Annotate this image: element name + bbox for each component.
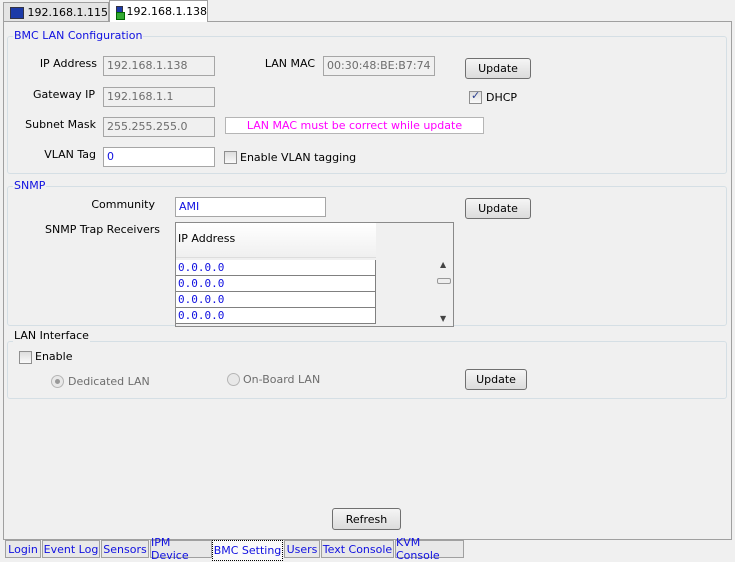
community-field[interactable]: AMI — [175, 197, 326, 217]
onboard-lan-label: On-Board LAN — [243, 373, 321, 386]
trap-receivers-label: SNMP Trap Receivers — [45, 223, 160, 236]
tab-bmc-setting[interactable]: BMC Setting — [212, 540, 283, 561]
refresh-button[interactable]: Refresh — [332, 508, 401, 530]
lan-enable-label: Enable — [35, 350, 73, 363]
onboard-lan-radio[interactable] — [227, 373, 240, 386]
snmp-update-button[interactable]: Update — [465, 198, 531, 219]
subnet-label: Subnet Mask — [25, 118, 96, 131]
subnet-field[interactable]: 255.255.255.0 — [103, 117, 215, 137]
trap-receivers-table: IP Address 0.0.0.0 0.0.0.0 0.0.0.0 0.0.0… — [175, 222, 454, 327]
tab-sensors[interactable]: Sensors — [101, 540, 149, 558]
network-computer-icon — [115, 5, 124, 20]
snmp-title: SNMP — [13, 179, 47, 192]
column-header-ip-address[interactable]: IP Address — [176, 223, 376, 258]
tab-login[interactable]: Login — [5, 540, 41, 558]
tab-label: 192.168.1.138 — [126, 5, 207, 18]
tab-label: 192.168.1.115 — [27, 6, 108, 19]
table-body: 0.0.0.0 0.0.0.0 0.0.0.0 0.0.0.0 — [176, 260, 376, 326]
lan-enable-checkbox[interactable] — [19, 351, 32, 364]
dedicated-lan-radio[interactable] — [51, 375, 64, 388]
vlan-enable-label: Enable VLAN tagging — [240, 151, 357, 164]
vlan-tag-field[interactable]: 0 — [103, 147, 215, 167]
community-label: Community — [91, 198, 155, 211]
lan-mac-label: LAN MAC — [264, 57, 315, 70]
vertical-scrollbar[interactable]: ▲ ▼ — [436, 260, 453, 326]
lan-interface-group — [7, 341, 727, 399]
lan-interface-title: LAN Interface — [13, 329, 90, 342]
vlan-enable-checkbox[interactable] — [224, 151, 237, 164]
tab-users[interactable]: Users — [284, 540, 320, 558]
scroll-up-icon[interactable]: ▲ — [440, 260, 446, 269]
mac-warning-message: LAN MAC must be correct while update — [225, 117, 484, 134]
scroll-down-icon[interactable]: ▼ — [440, 314, 446, 323]
tab-host-138[interactable]: 192.168.1.138 — [109, 0, 208, 22]
gateway-label: Gateway IP — [33, 88, 95, 101]
computer-icon — [10, 6, 24, 19]
lan-interface-update-button[interactable]: Update — [465, 369, 527, 390]
dhcp-label: DHCP — [486, 91, 518, 104]
table-row[interactable]: 0.0.0.0 — [176, 308, 376, 324]
dhcp-checkbox[interactable] — [469, 89, 482, 104]
tab-event-log[interactable]: Event Log — [42, 540, 100, 558]
bmc-lan-title: BMC LAN Configuration — [13, 29, 144, 42]
lan-mac-field[interactable]: 00:30:48:BE:B7:74 — [323, 56, 435, 76]
vlan-tag-label: VLAN Tag — [44, 148, 96, 161]
tab-host-115[interactable]: 192.168.1.115 — [3, 2, 109, 22]
gateway-field[interactable]: 192.168.1.1 — [103, 87, 215, 107]
table-row[interactable]: 0.0.0.0 — [176, 260, 376, 276]
dedicated-lan-label: Dedicated LAN — [68, 375, 150, 388]
tab-ipm-device[interactable]: IPM Device — [150, 536, 212, 562]
table-row[interactable]: 0.0.0.0 — [176, 276, 376, 292]
table-row[interactable]: 0.0.0.0 — [176, 292, 376, 308]
scroll-thumb[interactable] — [437, 278, 451, 284]
bmc-lan-update-button[interactable]: Update — [465, 58, 531, 79]
ip-address-label: IP Address — [39, 57, 97, 70]
tab-text-console[interactable]: Text Console — [321, 540, 394, 558]
ip-address-field[interactable]: 192.168.1.138 — [103, 56, 215, 76]
tab-kvm-console[interactable]: KVM Console — [395, 536, 464, 562]
